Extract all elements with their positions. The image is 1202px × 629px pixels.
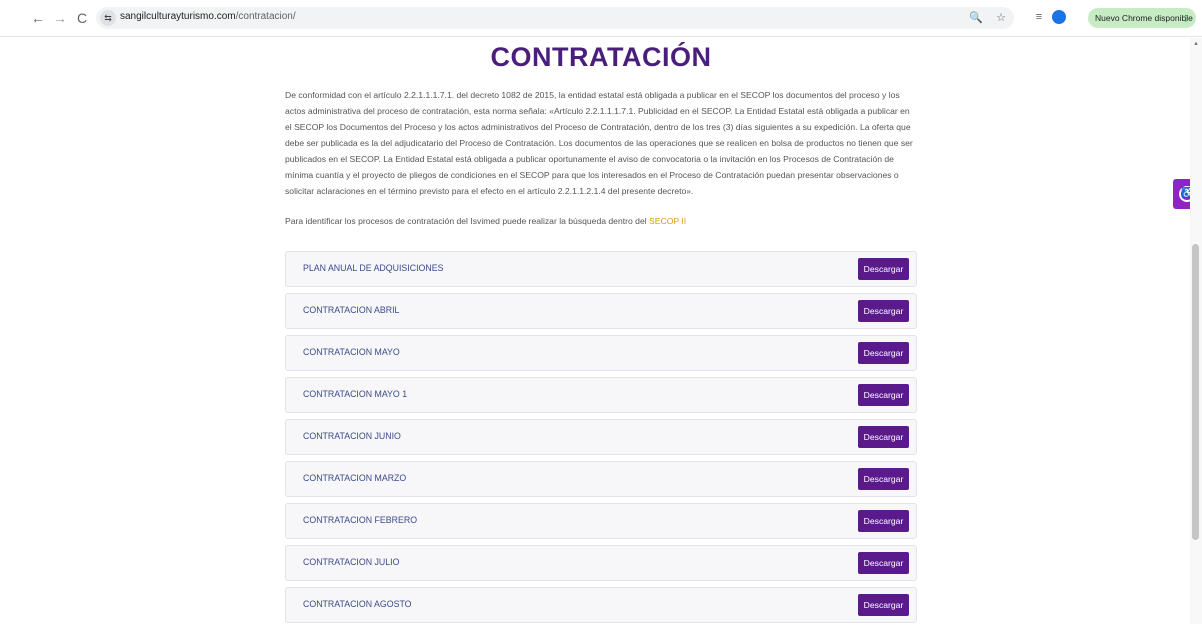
list-item[interactable]: CONTRATACION JUNIO Descargar — [285, 419, 917, 455]
zoom-icon[interactable]: 🔍 — [969, 12, 983, 24]
contracting-list: PLAN ANUAL DE ADQUISICIONES Descargar CO… — [285, 251, 917, 629]
item-label: CONTRATACION MAYO 1 — [303, 389, 408, 399]
download-button[interactable]: Descargar — [858, 300, 909, 322]
menu-dots-icon[interactable]: ⋮ — [1182, 8, 1191, 28]
list-item[interactable]: CONTRATACION AGOSTO Descargar — [285, 587, 917, 623]
download-button[interactable]: Descargar — [858, 510, 909, 532]
list-item[interactable]: CONTRATACION MARZO Descargar — [285, 461, 917, 497]
list-item[interactable]: CONTRATACION ABRIL Descargar — [285, 293, 917, 329]
download-button[interactable]: Descargar — [858, 342, 909, 364]
extension-icon[interactable]: ≡ — [1032, 10, 1046, 24]
forward-arrow-icon[interactable]: → — [52, 10, 68, 26]
page-title: CONTRATACIÓN — [490, 42, 712, 72]
download-button[interactable]: Descargar — [858, 552, 909, 574]
item-label: PLAN ANUAL DE ADQUISICIONES — [303, 263, 444, 273]
item-label: CONTRATACION AGOSTO — [303, 599, 412, 609]
download-button[interactable]: Descargar — [858, 594, 909, 616]
update-label: Nuevo Chrome disponible — [1095, 13, 1193, 23]
url-text[interactable]: sangilculturayturismo.com/contratacion/ — [120, 11, 296, 22]
browser-toolbar: ← → C ⇆ sangilculturayturismo.com/contra… — [0, 0, 1202, 37]
scrollbar-thumb[interactable] — [1192, 244, 1199, 540]
url-path: /contratacion/ — [235, 11, 296, 22]
download-button[interactable]: Descargar — [858, 426, 909, 448]
list-item[interactable]: CONTRATACION MAYO Descargar — [285, 335, 917, 371]
profile-avatar-icon[interactable] — [1052, 10, 1066, 24]
chrome-update-button[interactable]: Nuevo Chrome disponible ⋮ — [1088, 8, 1196, 28]
site-info-icon[interactable]: ⇆ — [100, 10, 116, 26]
list-item[interactable]: CONTRATACION FEBRERO Descargar — [285, 503, 917, 539]
item-label: CONTRATACION MAYO — [303, 347, 400, 357]
item-label: CONTRATACION FEBRERO — [303, 515, 418, 525]
search-note-text: Para identificar los procesos de contrat… — [285, 216, 650, 226]
back-arrow-icon[interactable]: ← — [30, 10, 46, 26]
bookmark-star-icon[interactable]: ☆ — [996, 12, 1006, 24]
url-domain: sangilculturayturismo.com — [120, 11, 236, 22]
omnibox-actions: 🔍 ☆ — [959, 11, 1006, 24]
item-label: CONTRATACION JUNIO — [303, 431, 401, 441]
download-button[interactable]: Descargar — [858, 384, 909, 406]
list-item[interactable]: CONTRATACION MAYO 1 Descargar — [285, 377, 917, 413]
secop-link[interactable]: SECOP II — [649, 216, 686, 226]
scroll-up-arrow-icon[interactable]: ▲ — [1193, 41, 1199, 47]
download-button[interactable]: Descargar — [858, 468, 909, 490]
item-label: CONTRATACION ABRIL — [303, 305, 400, 315]
download-button[interactable]: Descargar — [858, 258, 909, 280]
item-label: CONTRATACION MARZO — [303, 473, 407, 483]
list-item[interactable]: PLAN ANUAL DE ADQUISICIONES Descargar — [285, 251, 917, 287]
reload-icon[interactable]: C — [74, 10, 90, 26]
item-label: CONTRATACION JULIO — [303, 557, 400, 567]
search-note: Para identificar los procesos de contrat… — [285, 216, 686, 226]
intro-paragraph: De conformidad con el artículo 2.2.1.1.1… — [285, 90, 913, 196]
address-bar[interactable]: ⇆ sangilculturayturismo.com/contratacion… — [96, 7, 1014, 29]
list-item[interactable]: CONTRATACION JULIO Descargar — [285, 545, 917, 581]
